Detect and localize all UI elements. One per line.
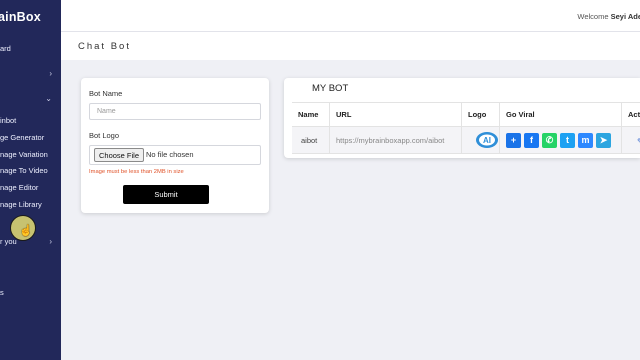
sidebar-item-label: nage Library: [0, 200, 42, 209]
bot-logo-file-input[interactable]: Choose File No file chosen: [89, 145, 261, 165]
ai-logo-text: AI: [483, 136, 491, 145]
choose-file-button[interactable]: Choose File: [94, 148, 145, 162]
sidebar-item-label: inbot: [0, 116, 17, 125]
page-title: Chat Bot: [78, 41, 131, 52]
column-header-name: Name: [298, 110, 319, 119]
bot-name-label: Bot Name: [89, 89, 123, 98]
welcome-label: Welcome: [577, 12, 609, 21]
my-bot-card: MY BOT Name URL Logo Go Viral Acti aibot…: [284, 78, 640, 158]
column-header-action: Acti: [621, 103, 640, 126]
ai-logo-icon: AI: [476, 132, 498, 148]
sidebar-item-12[interactable]: s: [0, 288, 61, 298]
page-header: Chat Bot: [61, 32, 640, 60]
chevron-right-icon: ›: [49, 237, 52, 246]
sidebar-item-label: nage To Video: [0, 166, 48, 175]
file-size-hint: Image must be less than 2MB in size: [89, 169, 184, 175]
column-header-go-viral: Go Viral: [499, 103, 621, 126]
bot-url-link[interactable]: https://mybrainboxapp.com/aibot: [329, 127, 461, 154]
sidebar-item-13[interactable]: [0, 312, 61, 322]
column-header-logo: Logo: [461, 103, 499, 126]
sidebar-item-image-to-video[interactable]: nage To Video: [0, 166, 61, 176]
welcome-text: Welcome Seyi Ade: [577, 12, 640, 21]
sidebar-item-11[interactable]: [0, 264, 61, 274]
top-bar: Welcome Seyi Ade: [61, 0, 640, 32]
chevron-right-icon: ›: [49, 69, 52, 78]
table-row: aibot https://mybrainboxapp.com/aibot AI…: [292, 126, 640, 154]
sidebar-item-label: ard: [0, 44, 11, 53]
bot-name-cell: aibot: [301, 136, 318, 145]
sidebar-item-image-variation[interactable]: nage Variation: [0, 150, 61, 160]
column-header-url: URL: [329, 103, 461, 126]
sidebar-item-image-generator[interactable]: ge Generator: [0, 133, 61, 143]
share-plus-icon[interactable]: +: [506, 133, 521, 148]
sidebar-item-label: s: [0, 288, 4, 297]
whatsapp-icon[interactable]: ✆: [542, 133, 557, 148]
twitter-icon[interactable]: t: [560, 133, 575, 148]
chevron-down-icon: ⌄: [45, 94, 52, 103]
submit-button[interactable]: Submit: [123, 185, 209, 204]
bot-form-card: Bot Name Name Bot Logo Choose File No fi…: [81, 78, 269, 213]
table-title: MY BOT: [312, 83, 349, 94]
sidebar-item-label: ge Generator: [0, 133, 45, 142]
telegram-icon[interactable]: ➤: [596, 133, 611, 148]
file-status-text: No file chosen: [146, 150, 194, 159]
sidebar-item-label: nage Variation: [0, 150, 48, 159]
bot-name-input[interactable]: Name: [89, 103, 261, 120]
brand-logo[interactable]: ainBox: [0, 10, 41, 24]
facebook-icon[interactable]: f: [524, 133, 539, 148]
user-name[interactable]: Seyi Ade: [611, 12, 640, 21]
sidebar: ainBox ard › ⌄ inbot ge Generator nage V…: [0, 0, 61, 360]
sidebar-item-chatbot[interactable]: inbot: [0, 116, 61, 126]
hand-cursor-icon: ☝: [19, 225, 33, 237]
sidebar-item-label: nage Editor: [0, 183, 39, 192]
sidebar-item-expanded[interactable]: ⌄: [0, 94, 61, 104]
sidebar-item-collapsed-1[interactable]: ›: [0, 69, 61, 79]
bot-logo-label: Bot Logo: [89, 131, 120, 140]
messenger-icon[interactable]: m: [578, 133, 593, 148]
sidebar-item-image-editor[interactable]: nage Editor: [0, 183, 61, 193]
sidebar-item-dashboard[interactable]: ard: [0, 44, 61, 54]
sidebar-item-image-library[interactable]: nage Library: [0, 200, 61, 210]
